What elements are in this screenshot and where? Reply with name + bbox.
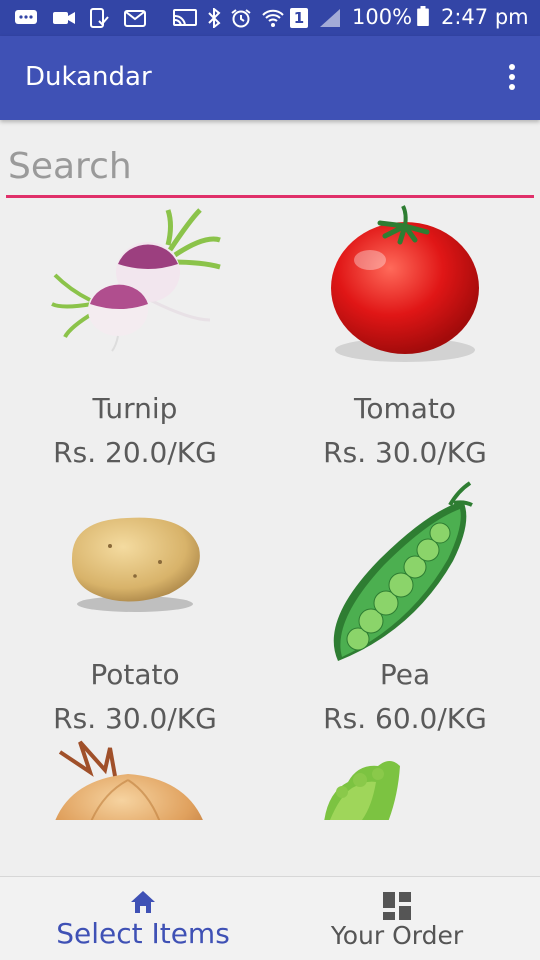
search-input[interactable] [6,138,534,194]
nav-label-your-order: Your Order [330,921,464,950]
chat-notification-icon [15,10,37,24]
lettuce-image [324,761,400,820]
product-price: Rs. 30.0/KG [53,702,217,735]
search-field [6,138,534,198]
battery-icon [417,6,429,26]
mail-icon [124,10,146,27]
turnip-image [51,208,221,352]
nav-select-items[interactable]: Select Items [8,877,278,960]
search-underline [6,195,534,198]
pea-image [333,481,473,661]
product-name: Potato [90,658,180,691]
status-bar: 1 100% 2:47 pm [0,0,540,36]
product-card-turnip[interactable]: Turnip Rs. 20.0/KG [0,200,270,470]
product-card-tomato[interactable]: Tomato Rs. 30.0/KG [270,200,540,470]
more-vert-icon[interactable] [506,64,518,94]
product-price: Rs. 30.0/KG [323,436,487,469]
video-camera-icon [53,12,75,24]
sim-badge: 1 [290,8,308,28]
product-card-lettuce[interactable] [270,732,540,820]
product-card-potato[interactable]: Potato Rs. 30.0/KG [0,466,270,736]
wifi-icon [262,9,284,27]
dashboard-icon [383,892,411,920]
product-name: Turnip [92,392,178,425]
bottom-navigation: Select Items Your Order [0,876,540,960]
signal-icon [320,9,340,27]
app-title: Dukandar [25,62,152,92]
product-name: Pea [379,658,431,691]
battery-percent: 100% [352,5,413,29]
product-price: Rs. 60.0/KG [323,702,487,735]
nav-label-select-items: Select Items [56,917,230,950]
product-card-onion[interactable] [0,732,270,820]
cast-icon [173,9,197,27]
status-time: 2:47 pm [441,5,529,29]
alarm-icon [231,9,251,28]
nav-your-order[interactable]: Your Order [262,877,532,960]
app-bar: Dukandar [0,36,540,120]
product-card-pea[interactable]: Pea Rs. 60.0/KG [270,466,540,736]
potato-image [71,517,200,612]
product-grid: Turnip Rs. 20.0/KG Tomato Rs. 30.0/KG Po… [0,200,540,820]
bluetooth-icon [208,8,221,28]
tomato-image [331,205,479,362]
product-name: Tomato [353,392,457,425]
phone-check-icon [90,8,109,28]
onion-image [55,740,203,820]
sim-number: 1 [293,9,305,27]
home-icon [131,891,155,913]
product-price: Rs. 20.0/KG [53,436,217,469]
